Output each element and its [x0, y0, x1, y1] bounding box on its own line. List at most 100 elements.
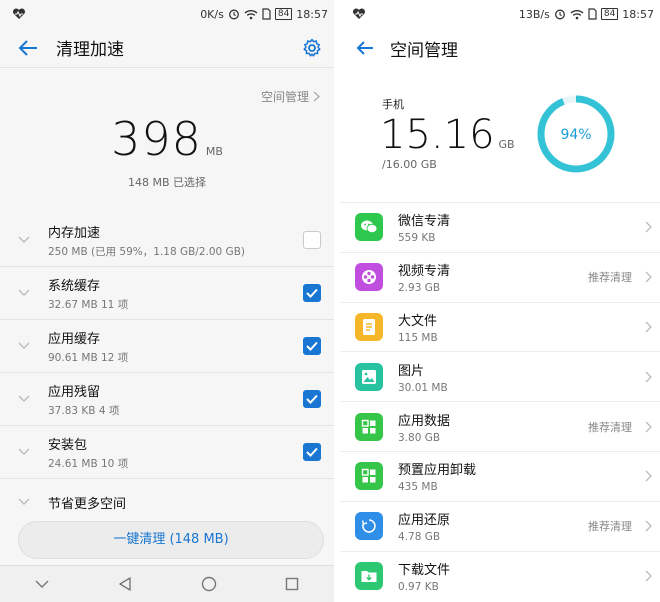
- health-icon: [352, 8, 366, 20]
- chevron-down-icon[interactable]: [0, 498, 48, 506]
- wechat-icon: [355, 213, 383, 242]
- picture-icon: [355, 362, 383, 391]
- cleanup-row-memory[interactable]: 内存加速 250 MB (已用 59%，1.18 GB/2.00 GB): [0, 214, 334, 267]
- cleanup-row-app-cache[interactable]: 应用缓存 90.61 MB 12 项: [0, 320, 334, 373]
- gear-icon: [303, 38, 321, 57]
- storage-usage-ring: 94%: [537, 95, 615, 173]
- app-residue-checkbox[interactable]: [303, 390, 321, 408]
- sim-icon: [588, 8, 597, 20]
- category-app-restore[interactable]: 应用还原 4.78 GB 推荐清理: [340, 500, 660, 551]
- category-name: 预置应用卸载: [398, 463, 477, 479]
- square-recents-icon: [286, 577, 299, 591]
- cleanup-row-system-cache[interactable]: 系统缓存 32.67 MB 11 项: [0, 267, 334, 320]
- junk-total: 398 MB: [0, 112, 334, 166]
- category-size: 559 KB: [398, 232, 436, 245]
- category-pictures[interactable]: 图片 30.01 MB: [340, 351, 660, 401]
- category-size: 0.97 KB: [398, 580, 439, 593]
- nav-back-button[interactable]: [105, 569, 145, 599]
- category-size: 2.93 GB: [398, 282, 441, 295]
- one-tap-clean-button[interactable]: 一键清理 (148 MB): [18, 521, 324, 559]
- chevron-down-icon[interactable]: [0, 342, 48, 350]
- memory-checkbox[interactable]: [303, 231, 321, 249]
- more-space-row[interactable]: 节省更多空间: [0, 479, 334, 525]
- video-reel-icon: [355, 263, 383, 292]
- packages-checkbox[interactable]: [303, 443, 321, 461]
- status-bar: 13B/s 84 18:57: [340, 0, 660, 28]
- settings-button[interactable]: [290, 38, 334, 58]
- system-nav-bar: [0, 565, 334, 602]
- selected-info: 148 MB 已选择: [127, 176, 207, 189]
- category-name: 图片: [398, 363, 425, 379]
- chevron-right-icon: [636, 570, 660, 582]
- row-detail: 37.83 KB 4 项: [48, 404, 120, 417]
- battery-indicator: 84: [600, 8, 619, 20]
- download-folder-icon: [355, 561, 383, 590]
- back-button[interactable]: [0, 39, 56, 57]
- chevron-down-icon[interactable]: [0, 395, 48, 403]
- category-wechat[interactable]: 微信专清 559 KB: [340, 202, 660, 252]
- cleanup-list: 内存加速 250 MB (已用 59%，1.18 GB/2.00 GB) 系统缓存…: [0, 214, 334, 525]
- wifi-icon: [244, 9, 258, 20]
- storage-used-unit: GB: [498, 138, 515, 151]
- app-cache-checkbox[interactable]: [303, 337, 321, 355]
- category-large-files[interactable]: 大文件 115 MB: [340, 301, 660, 352]
- category-name: 应用数据: [398, 413, 451, 429]
- category-video[interactable]: 视频专清 2.93 GB 推荐清理: [340, 251, 660, 302]
- storage-used-value: 15.16: [380, 112, 495, 158]
- category-downloads[interactable]: 下载文件 0.97 KB: [340, 550, 660, 601]
- row-title: 应用残留: [48, 384, 101, 400]
- page-title: 空间管理: [390, 40, 458, 61]
- chevron-right-icon: [636, 321, 660, 333]
- wifi-icon: [570, 9, 584, 20]
- chevron-right-icon: [636, 271, 660, 283]
- check-icon: [306, 341, 318, 351]
- back-button[interactable]: [340, 40, 390, 56]
- health-icon: [12, 8, 26, 20]
- chevron-down-icon[interactable]: [0, 448, 48, 456]
- category-name: 应用还原: [398, 513, 451, 529]
- recommend-tag: 推荐清理: [588, 520, 632, 534]
- back-arrow-icon: [356, 41, 373, 55]
- row-title: 系统缓存: [48, 278, 101, 294]
- category-preinstalled-uninstall[interactable]: 预置应用卸载 435 MB: [340, 450, 660, 501]
- category-name: 大文件: [398, 313, 438, 329]
- category-name: 下载文件: [398, 562, 451, 578]
- nav-collapse-button[interactable]: [22, 569, 62, 599]
- check-icon: [306, 394, 318, 404]
- usage-percent: 94%: [560, 127, 591, 143]
- nav-recents-button[interactable]: [272, 569, 312, 599]
- more-space-label: 节省更多空间: [48, 496, 127, 512]
- cleanup-row-app-residue[interactable]: 应用残留 37.83 KB 4 项: [0, 373, 334, 426]
- restore-icon: [355, 512, 383, 541]
- category-size: 30.01 MB: [398, 381, 448, 394]
- chevron-down-icon[interactable]: [0, 236, 48, 244]
- space-management-screen: 13B/s 84 18:57 空间管理 手机 15.16 GB /16.00 GB…: [340, 0, 660, 602]
- storage-category-list: 微信专清 559 KB 视频专清 2.93 GB 推荐清理 大文件 115 MB 图片…: [340, 202, 660, 600]
- space-management-link[interactable]: 空间管理: [261, 88, 320, 105]
- space-management-label: 空间管理: [260, 90, 309, 104]
- apps-grid-icon: [355, 412, 383, 441]
- status-bar: 0K/s 84 18:57: [0, 0, 334, 28]
- battery-indicator: 84: [274, 8, 293, 20]
- row-title: 安装包: [48, 437, 88, 453]
- triangle-back-icon: [119, 577, 131, 591]
- back-arrow-icon: [18, 39, 37, 56]
- cleanup-row-packages[interactable]: 安装包 24.61 MB 10 项: [0, 426, 334, 479]
- row-title: 内存加速: [48, 225, 101, 241]
- system-cache-checkbox[interactable]: [303, 284, 321, 302]
- category-size: 3.80 GB: [398, 431, 441, 444]
- junk-total-unit: MB: [205, 145, 223, 158]
- alarm-icon: [554, 8, 566, 20]
- apps-grid-icon: [355, 462, 383, 491]
- circle-home-icon: [201, 576, 216, 592]
- row-detail: 90.61 MB 12 项: [48, 351, 129, 364]
- document-icon: [355, 312, 383, 341]
- chevron-down-icon[interactable]: [0, 289, 48, 297]
- nav-home-button[interactable]: [189, 569, 229, 599]
- row-detail: 250 MB (已用 59%，1.18 GB/2.00 GB): [48, 245, 245, 258]
- storage-label: 手机: [382, 98, 404, 111]
- category-app-data[interactable]: 应用数据 3.80 GB 推荐清理: [340, 401, 660, 451]
- sim-icon: [262, 8, 271, 20]
- cleanup-screen: 0K/s 84 18:57 清理加速 空间管理 398MB 148 MB 已选: [0, 0, 334, 602]
- chevron-right-icon: [636, 371, 660, 383]
